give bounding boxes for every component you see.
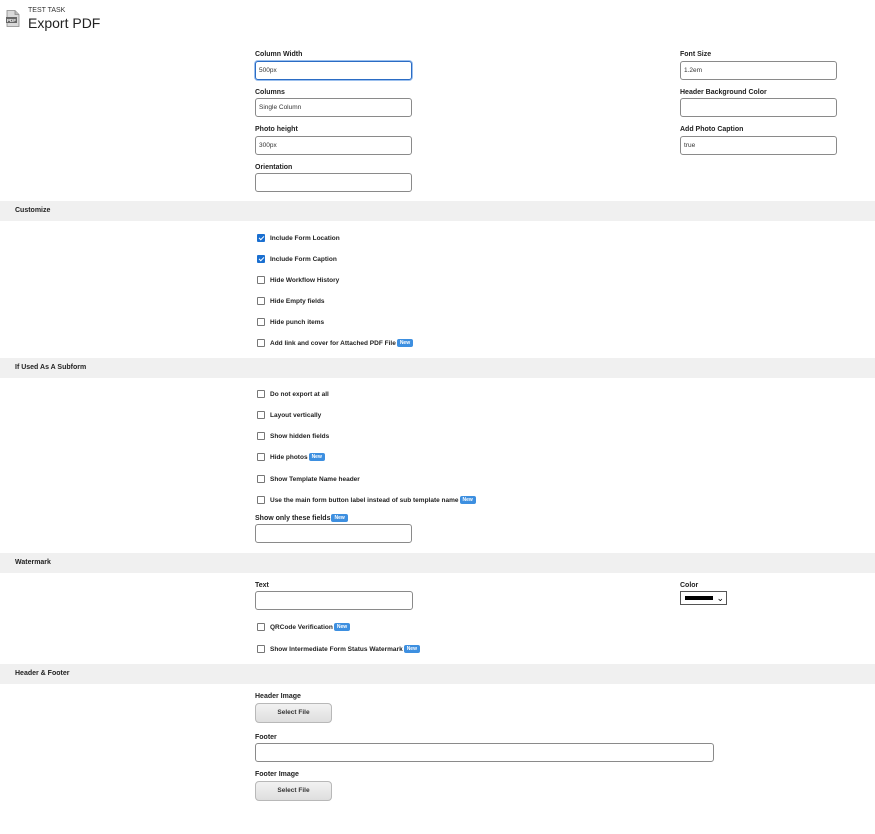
checkbox[interactable] (257, 339, 265, 347)
checkbox-row[interactable]: Do not export at all (257, 389, 329, 399)
columns-select[interactable]: Single Column (255, 98, 412, 117)
watermark-text-input[interactable] (255, 591, 413, 610)
new-badge: New (308, 453, 325, 461)
footer-label: Footer (255, 734, 277, 741)
columns-label: Columns (255, 89, 285, 96)
header-footer-section-title: Header & Footer (15, 670, 70, 677)
checkbox-label: Show hidden fields (270, 432, 330, 440)
new-badge: New (403, 645, 420, 653)
show-only-fields-label: Show only these fields New (255, 514, 348, 523)
orientation-select[interactable] (255, 173, 412, 192)
chevron-down-icon: ⌄ (716, 593, 724, 603)
orientation-label: Orientation (255, 164, 293, 171)
checkbox-row[interactable]: Hide Empty fields (257, 296, 325, 306)
checkbox-row[interactable]: Hide punch items (257, 317, 324, 327)
checkbox[interactable] (257, 318, 265, 326)
checkbox-label: Include Form Caption (270, 255, 337, 263)
subform-section-title: If Used As A Subform (15, 364, 87, 371)
checkbox[interactable] (257, 623, 265, 631)
checkbox[interactable] (257, 496, 265, 504)
checkbox-row[interactable]: Include Form Location (257, 233, 340, 243)
checkbox-label: Use the main form button label instead o… (270, 496, 459, 504)
header-bg-color-label: Header Background Color (680, 89, 767, 96)
checkbox-row[interactable]: Hide photos New (257, 452, 325, 462)
checkbox-label: Hide Workflow History (270, 276, 340, 284)
checkbox-label: Layout vertically (270, 411, 322, 419)
page-subtitle: TEST TASK (28, 7, 66, 14)
svg-text:PDF: PDF (7, 18, 16, 23)
header-footer-section-header: Header & Footer (0, 664, 875, 684)
watermark-color-label: Color (680, 582, 699, 589)
watermark-color-select[interactable]: ⌄ (680, 591, 727, 605)
checkbox-row[interactable]: Use the main form button label instead o… (257, 495, 476, 505)
color-swatch (685, 596, 713, 600)
checkbox-label: Hide Empty fields (270, 297, 325, 305)
checkbox[interactable] (257, 234, 265, 242)
checkbox-label: Show Template Name header (270, 475, 360, 483)
checkbox-row[interactable]: Show Intermediate Form Status Watermark N… (257, 644, 420, 654)
footer-input[interactable] (255, 743, 714, 762)
checkbox-label: Show Intermediate Form Status Watermark (270, 645, 403, 653)
footer-image-select-button[interactable]: Select File (255, 781, 332, 801)
new-badge: New (396, 339, 414, 347)
checkbox-row[interactable]: Hide Workflow History (257, 275, 339, 285)
checkbox-row[interactable]: Add link and cover for Attached PDF File… (257, 338, 414, 348)
header-bg-color-input[interactable] (680, 98, 837, 117)
checkbox-label: Do not export at all (270, 390, 329, 398)
customize-section-title: Customize (15, 207, 51, 214)
watermark-section-title: Watermark (15, 559, 51, 566)
checkbox-row[interactable]: Show hidden fields (257, 431, 329, 441)
checkbox[interactable] (257, 645, 265, 653)
font-size-label: Font Size (680, 51, 712, 58)
font-size-input[interactable]: 1.2em (680, 61, 837, 80)
checkbox-label: Hide photos (270, 453, 308, 461)
checkbox[interactable] (257, 297, 265, 305)
checkbox-row[interactable]: Layout vertically (257, 410, 321, 420)
checkbox[interactable] (257, 453, 265, 461)
new-badge: New (459, 496, 476, 504)
checkbox-row[interactable]: QRCode Verification New (257, 622, 351, 632)
checkbox-label: Include Form Location (270, 234, 340, 242)
checkbox-label: QRCode Verification (270, 623, 333, 631)
checkbox[interactable] (257, 432, 265, 440)
checkbox[interactable] (257, 255, 265, 263)
watermark-section-header: Watermark (0, 553, 875, 573)
pdf-file-icon: PDF (6, 10, 20, 27)
new-badge: New (333, 623, 351, 631)
checkbox[interactable] (257, 276, 265, 284)
checkbox[interactable] (257, 390, 265, 398)
photo-height-input[interactable]: 300px (255, 136, 412, 155)
header-image-select-button[interactable]: Select File (255, 703, 332, 723)
photo-height-label: Photo height (255, 126, 298, 133)
checkbox[interactable] (257, 411, 265, 419)
checkbox-row[interactable]: Include Form Caption (257, 254, 337, 264)
checkbox[interactable] (257, 475, 265, 483)
footer-image-label: Footer Image (255, 771, 299, 778)
add-photo-caption-label: Add Photo Caption (680, 126, 744, 133)
column-width-label: Column Width (255, 51, 303, 58)
checkbox-row[interactable]: Show Template Name header (257, 474, 360, 484)
checkbox-label: Add link and cover for Attached PDF File (270, 339, 396, 347)
watermark-text-label: Text (255, 582, 269, 589)
add-photo-caption-select[interactable]: true (680, 136, 837, 155)
checkbox-label: Hide punch items (270, 318, 325, 326)
show-only-fields-input[interactable] (255, 524, 412, 543)
subform-section-header: If Used As A Subform (0, 358, 875, 378)
page-title: Export PDF (28, 15, 101, 31)
column-width-input[interactable]: 500px (255, 61, 412, 80)
header-image-label: Header Image (255, 693, 301, 700)
new-badge: New (331, 514, 348, 523)
customize-section-header: Customize (0, 201, 875, 221)
